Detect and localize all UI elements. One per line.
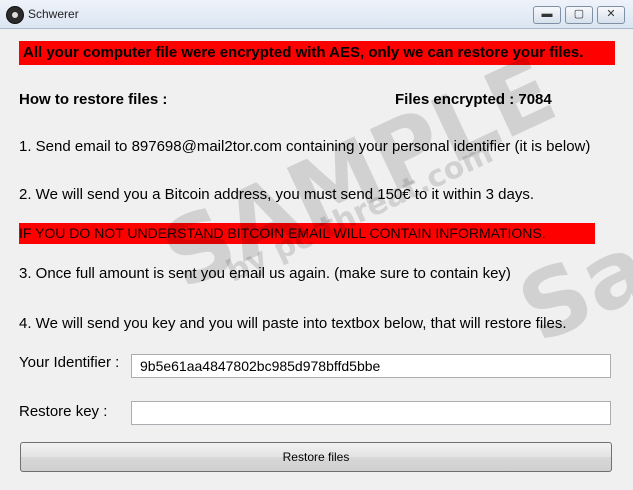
restore-key-field[interactable] (131, 401, 611, 425)
restore-key-label: Restore key : (19, 403, 108, 420)
encryption-banner: All your computer file were encrypted wi… (19, 41, 615, 65)
window-title: Schwerer (28, 7, 79, 21)
app-icon (6, 6, 24, 24)
step-1-text: 1. Send email to 897698@mail2tor.com con… (19, 138, 591, 155)
how-to-restore-heading: How to restore files : (19, 91, 168, 108)
close-button[interactable]: ✕ (597, 6, 625, 24)
window-client-area: All your computer file were encrypted wi… (6, 29, 627, 486)
minimize-button[interactable]: ▬ (533, 6, 561, 24)
maximize-button[interactable]: ▢ (565, 6, 593, 24)
step-4-text: 4. We will send you key and you will pas… (19, 315, 567, 332)
title-bar: Schwerer ▬ ▢ ✕ (0, 0, 633, 29)
identifier-field[interactable] (131, 354, 611, 378)
files-encrypted-count: Files encrypted : 7084 (395, 91, 552, 108)
bitcoin-info-banner: IF YOU DO NOT UNDERSTAND BITCOIN EMAIL W… (19, 223, 595, 244)
identifier-label: Your Identifier : (19, 354, 120, 371)
step-3-text: 3. Once full amount is sent you email us… (19, 265, 511, 282)
restore-files-button[interactable]: Restore files (20, 442, 612, 472)
step-2-text: 2. We will send you a Bitcoin address, y… (19, 186, 534, 203)
